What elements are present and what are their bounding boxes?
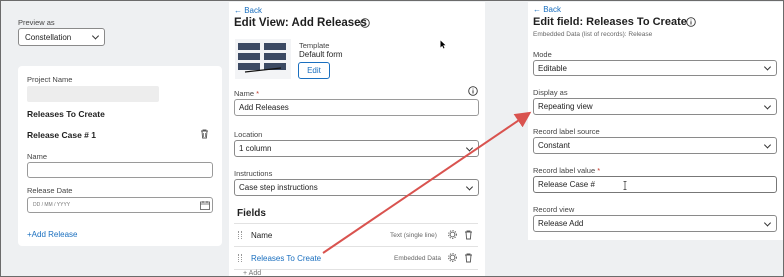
screenshot-frame: Preview as Constellation Project Name Re… bbox=[0, 0, 784, 277]
annotation-arrow bbox=[322, 111, 532, 254]
